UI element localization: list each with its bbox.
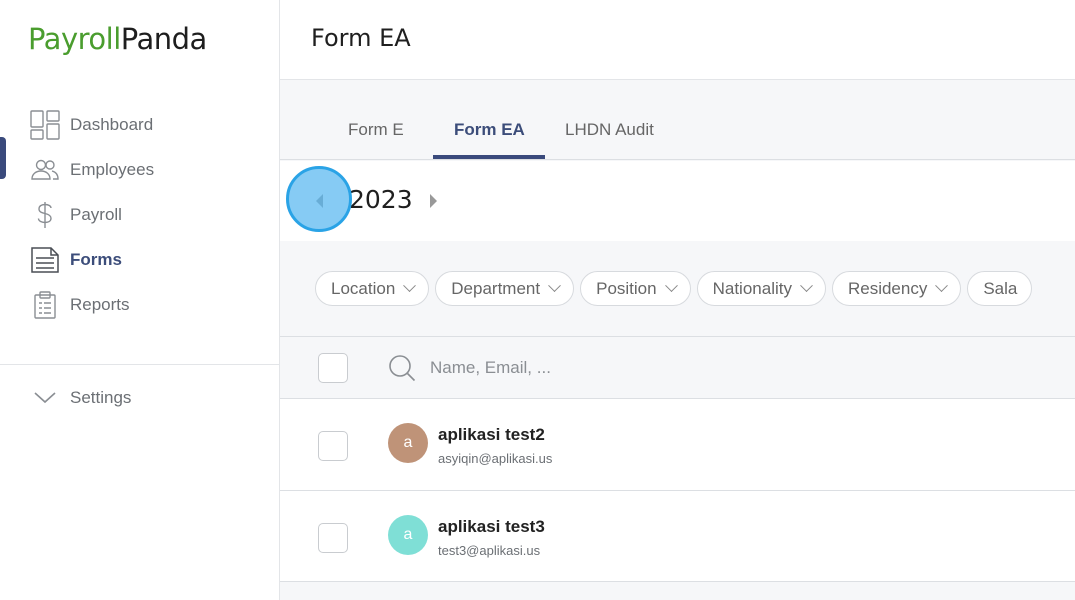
filter-label: Sala [983,278,1018,298]
search-icon [387,353,417,383]
sidebar-item-employees[interactable]: Employees [0,147,280,192]
page-title: Form EA [311,24,411,52]
filter-bar: Location Department Position Nationality… [315,271,1033,306]
table-row[interactable]: a aplikasi test3 test3@aplikasi.us [280,490,1075,582]
filter-location[interactable]: Location [315,271,430,306]
chevron-down-icon [403,279,417,293]
sidebar-divider [0,364,280,365]
document-icon [30,245,60,275]
employee-email: test3@aplikasi.us [438,543,541,558]
table-row[interactable]: a aplikasi test2 asyiqin@aplikasi.us [280,398,1075,490]
chevron-down-icon [30,391,60,405]
employee-name[interactable]: aplikasi test3 [438,517,545,537]
filter-residency[interactable]: Residency [831,271,962,306]
tab-form-ea[interactable]: Form EA [454,120,525,160]
search-input[interactable] [430,355,730,381]
tab-bar: Form E Form EA LHDN Audit [280,80,1075,160]
filter-label: Nationality [712,278,792,298]
chevron-down-icon [935,279,949,293]
sidebar-item-label: Payroll [70,204,122,224]
logo-text-panda: Panda [120,22,208,56]
chevron-down-icon [548,279,561,293]
sidebar-item-label: Reports [70,294,130,314]
chevron-down-icon [800,279,813,293]
active-tab-underline [433,155,545,159]
employee-name[interactable]: aplikasi test2 [438,425,545,445]
sidebar-item-settings[interactable]: Settings [30,383,131,413]
previous-year-arrow-icon[interactable] [316,194,323,208]
dashboard-icon [30,109,60,140]
sidebar-item-dashboard[interactable]: Dashboard [0,102,280,147]
sidebar-item-label: Dashboard [70,114,154,134]
avatar: a [388,423,428,463]
sidebar-item-label: Employees [70,159,155,179]
filter-department[interactable]: Department [435,271,575,306]
employee-table: a aplikasi test2 asyiqin@aplikasi.us a a… [280,336,1075,582]
select-all-checkbox[interactable] [318,353,348,383]
tab-form-e[interactable]: Form E [348,120,404,160]
users-icon [30,155,60,185]
clipboard-icon [30,290,60,320]
sidebar-item-payroll[interactable]: Payroll [0,192,280,237]
row-checkbox[interactable] [318,431,348,461]
avatar: a [388,515,428,555]
sidebar-item-forms[interactable]: Forms [0,237,280,282]
sidebar-item-label: Forms [70,249,122,269]
filter-label: Position [596,278,657,298]
year-label: 2023 [349,185,413,214]
filter-label: Department [451,278,541,298]
dollar-icon [30,200,60,230]
logo-text-payroll: Payroll [28,22,121,56]
filter-position[interactable]: Position [580,271,691,306]
employee-email: asyiqin@aplikasi.us [438,451,553,466]
sidebar-nav: Dashboard Employees Payroll Forms Report… [0,102,280,327]
chevron-down-icon [664,279,678,293]
sidebar: PayrollPanda Dashboard Employees Payroll… [0,0,280,600]
page-header: Form EA [280,0,1075,80]
year-selector: 2023 [280,161,1075,241]
filter-label: Residency [847,278,928,298]
next-year-arrow-icon[interactable] [430,194,437,208]
filter-label: Location [331,278,396,298]
settings-label: Settings [70,388,132,407]
row-checkbox[interactable] [318,523,348,553]
tab-lhdn-audit[interactable]: LHDN Audit [565,120,654,160]
table-header-row [280,336,1075,398]
sidebar-item-reports[interactable]: Reports [0,282,280,327]
filter-salary[interactable]: Sala [967,271,1033,306]
app-logo[interactable]: PayrollPanda [28,22,207,56]
filter-nationality[interactable]: Nationality [696,271,826,306]
